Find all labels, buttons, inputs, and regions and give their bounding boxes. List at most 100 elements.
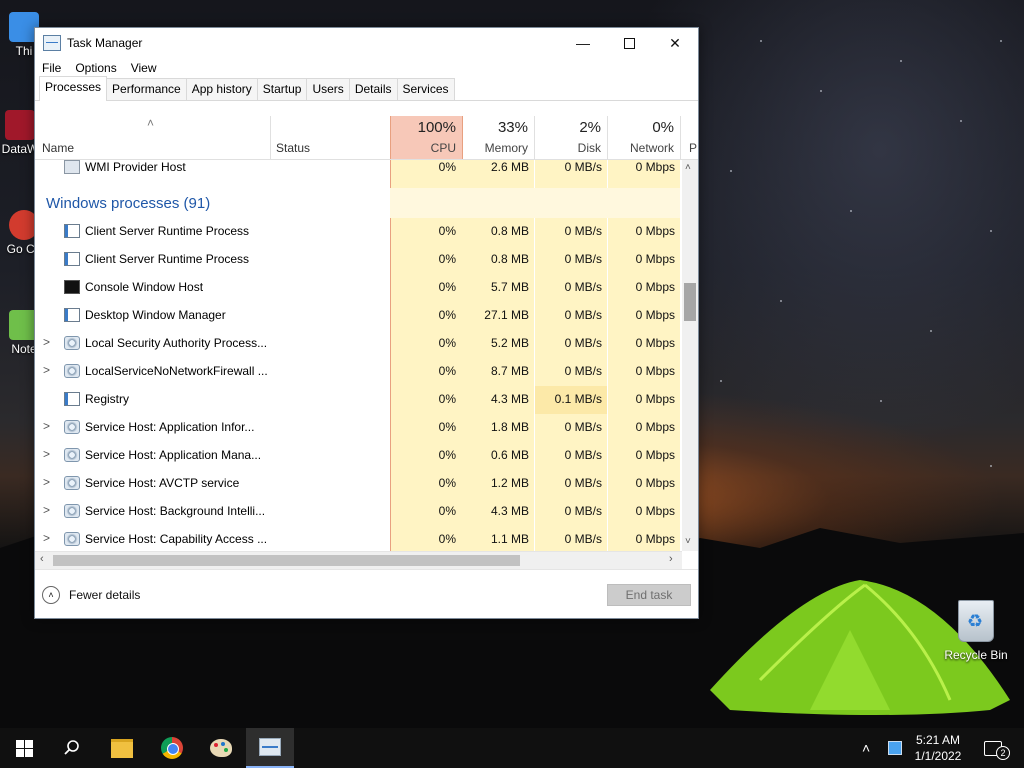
expand-chevron-icon[interactable]: > bbox=[43, 475, 50, 489]
table-row[interactable]: > Local Security Authority Process... 0% 5.… bbox=[35, 330, 680, 358]
action-center-button[interactable]: 2 bbox=[984, 728, 1016, 768]
taskbar-paint[interactable] bbox=[197, 728, 245, 768]
horizontal-scroll-thumb[interactable] bbox=[53, 555, 520, 566]
process-disk: 0.1 MB/s bbox=[554, 392, 602, 406]
memory-label: Memory bbox=[484, 141, 528, 155]
close-button[interactable]: ✕ bbox=[652, 28, 698, 58]
process-name: Local Security Authority Process... bbox=[85, 336, 268, 350]
vertical-scroll-thumb[interactable] bbox=[684, 283, 696, 321]
table-row[interactable]: > Service Host: AVCTP service 0% 1.2 MB 0 MB… bbox=[35, 470, 680, 498]
process-network: 0 Mbps bbox=[635, 160, 675, 174]
maximize-button[interactable] bbox=[606, 28, 652, 58]
process-network: 0 Mbps bbox=[635, 252, 675, 266]
search-button[interactable] bbox=[48, 728, 96, 768]
menu-bar: File Options View bbox=[35, 58, 698, 78]
table-row[interactable]: > Service Host: Application Infor... 0% 1.8… bbox=[35, 414, 680, 442]
task-manager-window: Task Manager — ✕ File Options View Proce… bbox=[34, 27, 699, 619]
column-header-disk[interactable]: 2% Disk bbox=[535, 116, 608, 159]
atom-icon bbox=[5, 110, 35, 140]
network-total-percent: 0% bbox=[652, 119, 674, 136]
table-row[interactable]: Client Server Runtime Process 0% 0.8 MB 0 M… bbox=[35, 246, 680, 274]
process-cpu: 0% bbox=[438, 504, 456, 518]
expand-chevron-icon[interactable]: > bbox=[43, 419, 50, 433]
group-label: Windows processes (91) bbox=[46, 195, 211, 212]
process-memory: 2.6 MB bbox=[490, 160, 529, 174]
process-network: 0 Mbps bbox=[635, 476, 675, 490]
tab-performance[interactable]: Performance bbox=[106, 78, 187, 100]
process-name: Registry bbox=[85, 392, 130, 406]
process-name: WMI Provider Host bbox=[85, 160, 186, 174]
column-header-status[interactable]: Status bbox=[270, 116, 390, 159]
tab-services[interactable]: Services bbox=[396, 78, 455, 100]
gear-icon bbox=[64, 476, 80, 490]
close-icon: ✕ bbox=[669, 34, 681, 51]
disk-cell: 0 MB/s bbox=[535, 302, 607, 330]
tab-processes[interactable]: Processes bbox=[39, 76, 108, 101]
table-row[interactable]: > Service Host: Application Mana... 0% 0.6 … bbox=[35, 442, 680, 470]
tab-users[interactable]: Users bbox=[306, 78, 350, 100]
menu-options[interactable]: Options bbox=[75, 61, 116, 75]
column-header-memory[interactable]: 33% Memory bbox=[462, 116, 535, 159]
disk-cell: 0.1 MB/s bbox=[535, 386, 607, 414]
process-name: Console Window Host bbox=[85, 280, 204, 294]
table-row[interactable]: Desktop Window Manager 0% 27.1 MB 0 MB/s 0 M… bbox=[35, 302, 680, 330]
table-row[interactable]: Client Server Runtime Process 0% 0.8 MB 0 M… bbox=[35, 218, 680, 246]
expand-chevron-icon[interactable]: > bbox=[43, 447, 50, 461]
desktop-icon-recycle-bin[interactable]: Recycle Bin bbox=[940, 600, 1012, 662]
expand-chevron-icon[interactable]: > bbox=[43, 531, 50, 545]
fewer-details-button[interactable]: ˄ Fewer details bbox=[42, 586, 140, 604]
title-bar[interactable]: Task Manager — ✕ bbox=[35, 28, 698, 58]
taskbar: ˄ 5:21 AM 1/1/2022 2 bbox=[0, 728, 1024, 768]
tab-startup[interactable]: Startup bbox=[256, 78, 308, 100]
process-cpu: 0% bbox=[438, 336, 456, 350]
process-network: 0 Mbps bbox=[635, 420, 675, 434]
process-network: 0 Mbps bbox=[635, 448, 675, 462]
minimize-button[interactable]: — bbox=[560, 28, 606, 58]
chrome-icon bbox=[161, 737, 183, 759]
scroll-down-icon: ˅ bbox=[685, 536, 691, 547]
process-disk: 0 MB/s bbox=[564, 364, 602, 378]
table-row[interactable]: > Service Host: Background Intelli... 0% 4.… bbox=[35, 498, 680, 526]
process-cpu: 0% bbox=[438, 224, 456, 238]
horizontal-scrollbar[interactable]: ‹ › bbox=[35, 551, 682, 569]
table-row[interactable]: Registry 0% 4.3 MB 0.1 MB/s 0 Mbps bbox=[35, 386, 680, 414]
expand-chevron-icon[interactable]: > bbox=[43, 335, 50, 349]
folder-icon bbox=[111, 738, 133, 758]
taskbar-chrome[interactable] bbox=[148, 728, 196, 768]
process-network: 0 Mbps bbox=[635, 280, 675, 294]
process-memory: 1.1 MB bbox=[490, 532, 529, 546]
table-row[interactable]: > LocalServiceNoNetworkFirewall ... 0% 8.7 … bbox=[35, 358, 680, 386]
menu-view[interactable]: View bbox=[131, 61, 157, 75]
system-clock[interactable]: 5:21 AM 1/1/2022 bbox=[906, 732, 970, 764]
task-manager-icon bbox=[43, 35, 61, 51]
taskbar-task-manager[interactable] bbox=[246, 728, 294, 768]
column-header-network[interactable]: 0% Network bbox=[608, 116, 681, 159]
process-name: Service Host: Application Infor... bbox=[85, 420, 255, 434]
menu-file[interactable]: File bbox=[42, 61, 61, 75]
end-task-button[interactable]: End task bbox=[607, 584, 691, 606]
column-header-name[interactable]: ˄ Name bbox=[41, 116, 269, 159]
disk-cell: 0 MB/s bbox=[535, 498, 607, 526]
column-header-power[interactable]: P bbox=[681, 116, 698, 159]
minimize-icon: — bbox=[576, 35, 590, 51]
disk-label: Disk bbox=[577, 141, 601, 155]
sort-ascending-icon: ˄ bbox=[147, 116, 155, 130]
table-row[interactable]: Console Window Host 0% 5.7 MB 0 MB/s 0 Mbps bbox=[35, 274, 680, 302]
table-row[interactable]: > Service Host: Capability Access ... 0% 1.… bbox=[35, 526, 680, 551]
column-header-cpu[interactable]: 100% CPU bbox=[390, 116, 463, 159]
tab-app-history[interactable]: App history bbox=[185, 78, 258, 100]
taskbar-file-explorer[interactable] bbox=[98, 728, 146, 768]
expand-chevron-icon[interactable]: > bbox=[43, 503, 50, 517]
group-header-windows-processes[interactable]: Windows processes (91) bbox=[35, 188, 680, 218]
expand-chevron-icon[interactable]: > bbox=[43, 363, 50, 377]
process-memory: 1.8 MB bbox=[490, 420, 529, 434]
show-hidden-icons-button[interactable]: ˄ bbox=[862, 728, 870, 768]
vertical-scrollbar[interactable]: ˄ ˅ bbox=[682, 160, 698, 551]
column-name-label: Name bbox=[42, 141, 75, 155]
tab-details[interactable]: Details bbox=[348, 78, 398, 100]
table-row[interactable]: WMI Provider Host 0% 2.6 MB 0 MB/s 0 Mbp… bbox=[35, 160, 680, 182]
start-button[interactable] bbox=[0, 728, 48, 768]
process-cpu: 0% bbox=[438, 476, 456, 490]
recycle-bin-label: Recycle Bin bbox=[944, 648, 1008, 662]
tray-app-button[interactable] bbox=[888, 728, 902, 768]
